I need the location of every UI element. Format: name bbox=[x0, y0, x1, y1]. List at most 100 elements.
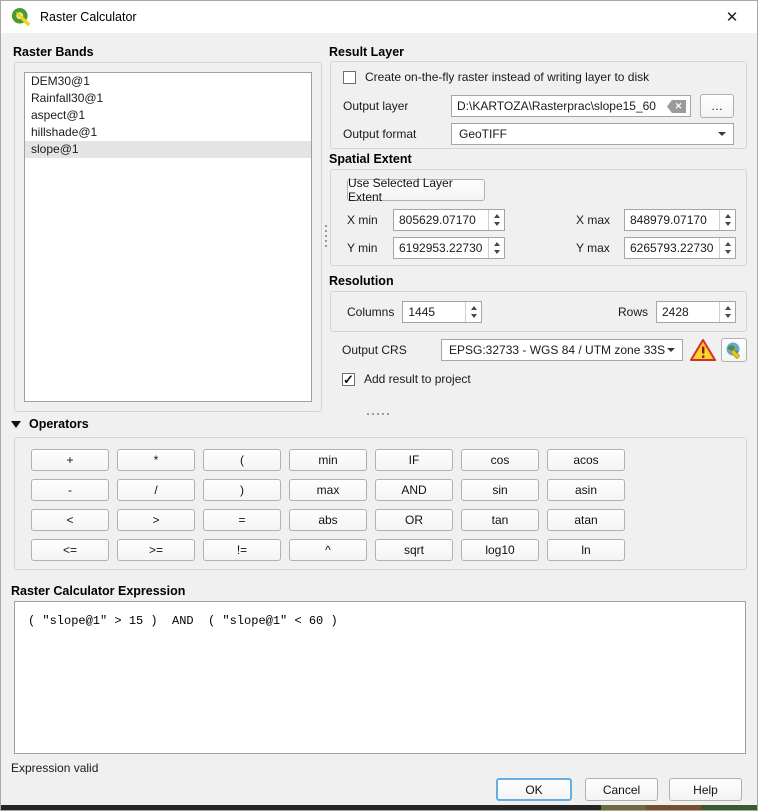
operator-button[interactable]: = bbox=[203, 509, 281, 531]
clear-text-icon[interactable]: ✕ bbox=[667, 100, 686, 113]
operators-heading: Operators bbox=[29, 417, 89, 431]
ymax-label: Y max bbox=[576, 241, 618, 255]
browse-button[interactable]: … bbox=[700, 94, 734, 118]
title-bar: Raster Calculator ✕ bbox=[1, 1, 757, 33]
status-text: Expression valid bbox=[11, 761, 98, 775]
list-item[interactable]: aspect@1 bbox=[25, 107, 311, 124]
output-format-value: GeoTIFF bbox=[459, 127, 507, 141]
operator-button[interactable]: max bbox=[289, 479, 367, 501]
operator-button[interactable]: IF bbox=[375, 449, 453, 471]
operator-button[interactable]: log10 bbox=[461, 539, 539, 561]
operator-button[interactable]: + bbox=[31, 449, 109, 471]
warning-icon bbox=[690, 338, 716, 362]
raster-bands-group: DEM30@1 Rainfall30@1 aspect@1 hillshade@… bbox=[14, 62, 322, 412]
xmax-label: X max bbox=[576, 213, 618, 227]
output-layer-input[interactable]: D:\KARTOZA\Rasterprac\slope15_60 ✕ bbox=[451, 95, 691, 117]
operator-button[interactable]: != bbox=[203, 539, 281, 561]
operator-button[interactable]: atan bbox=[547, 509, 625, 531]
operator-button[interactable]: ( bbox=[203, 449, 281, 471]
resolution-group: Columns 1445 Rows 2428 bbox=[330, 291, 747, 332]
operator-button[interactable]: OR bbox=[375, 509, 453, 531]
operators-grid: + * ( min IF cos acos - / ) max AND sin … bbox=[31, 449, 625, 561]
operator-button[interactable]: ) bbox=[203, 479, 281, 501]
operator-button[interactable]: min bbox=[289, 449, 367, 471]
result-layer-group: Create on-the-fly raster instead of writ… bbox=[330, 61, 747, 149]
spinner-arrows-icon[interactable] bbox=[465, 302, 481, 322]
rows-label: Rows bbox=[618, 305, 648, 319]
operator-button[interactable]: / bbox=[117, 479, 195, 501]
output-layer-value: D:\KARTOZA\Rasterprac\slope15_60 bbox=[457, 99, 656, 113]
vertical-splitter-handle[interactable] bbox=[325, 225, 327, 247]
operator-button[interactable]: >= bbox=[117, 539, 195, 561]
collapse-triangle-icon bbox=[11, 421, 21, 428]
spinner-arrows-icon[interactable] bbox=[488, 238, 504, 258]
qgis-logo-icon bbox=[11, 7, 31, 27]
output-layer-label: Output layer bbox=[343, 99, 451, 113]
expression-textarea[interactable]: ( "slope@1" > 15 ) AND ( "slope@1" < 60 … bbox=[14, 601, 746, 754]
operator-button[interactable]: > bbox=[117, 509, 195, 531]
raster-bands-heading: Raster Bands bbox=[13, 45, 94, 59]
operator-button[interactable]: ^ bbox=[289, 539, 367, 561]
operator-button[interactable]: cos bbox=[461, 449, 539, 471]
operator-button[interactable]: sin bbox=[461, 479, 539, 501]
output-crs-label: Output CRS bbox=[342, 343, 441, 357]
list-item[interactable]: Rainfall30@1 bbox=[25, 90, 311, 107]
operator-button[interactable]: <= bbox=[31, 539, 109, 561]
operator-button[interactable]: - bbox=[31, 479, 109, 501]
expression-heading: Raster Calculator Expression bbox=[11, 584, 185, 598]
output-crs-select[interactable]: EPSG:32733 - WGS 84 / UTM zone 33S bbox=[441, 339, 683, 361]
operator-button[interactable]: < bbox=[31, 509, 109, 531]
spatial-extent-group: Use Selected Layer Extent X min 805629.0… bbox=[330, 169, 747, 266]
resolution-heading: Resolution bbox=[329, 274, 394, 288]
spinner-arrows-icon[interactable] bbox=[719, 238, 735, 258]
output-format-label: Output format bbox=[343, 127, 451, 141]
operator-button[interactable]: sqrt bbox=[375, 539, 453, 561]
output-crs-value: EPSG:32733 - WGS 84 / UTM zone 33S bbox=[449, 343, 665, 357]
result-layer-heading: Result Layer bbox=[329, 45, 404, 59]
operators-group: + * ( min IF cos acos - / ) max AND sin … bbox=[14, 437, 747, 570]
xmin-label: X min bbox=[347, 213, 387, 227]
columns-spinner[interactable]: 1445 bbox=[402, 301, 482, 323]
add-result-checkbox[interactable] bbox=[342, 373, 355, 386]
globe-edit-icon bbox=[725, 341, 743, 359]
raster-bands-list[interactable]: DEM30@1 Rainfall30@1 aspect@1 hillshade@… bbox=[24, 72, 312, 402]
ymin-spinner[interactable]: 6192953.22730 bbox=[393, 237, 505, 259]
xmax-spinner[interactable]: 848979.07170 bbox=[624, 209, 736, 231]
operator-button[interactable]: acos bbox=[547, 449, 625, 471]
desktop-sliver bbox=[1, 805, 757, 810]
raster-calculator-dialog: Raster Calculator ✕ Raster Bands DEM30@1… bbox=[0, 0, 758, 811]
chevron-down-icon bbox=[718, 132, 726, 136]
spatial-extent-heading: Spatial Extent bbox=[329, 152, 412, 166]
select-crs-button[interactable] bbox=[721, 338, 747, 362]
horizontal-splitter-handle[interactable] bbox=[367, 413, 389, 415]
operator-button[interactable]: ln bbox=[547, 539, 625, 561]
cancel-button[interactable]: Cancel bbox=[585, 778, 658, 801]
ok-button[interactable]: OK bbox=[496, 778, 572, 801]
close-icon[interactable]: ✕ bbox=[717, 3, 747, 31]
operators-header[interactable]: Operators bbox=[11, 417, 89, 431]
output-format-select[interactable]: GeoTIFF bbox=[451, 123, 734, 145]
operator-button[interactable]: tan bbox=[461, 509, 539, 531]
spinner-arrows-icon[interactable] bbox=[488, 210, 504, 230]
list-item[interactable]: hillshade@1 bbox=[25, 124, 311, 141]
ymin-label: Y min bbox=[347, 241, 387, 255]
operator-button[interactable]: AND bbox=[375, 479, 453, 501]
window-title: Raster Calculator bbox=[40, 10, 137, 24]
add-result-label: Add result to project bbox=[364, 372, 471, 386]
columns-label: Columns bbox=[347, 305, 394, 319]
create-on-fly-label: Create on-the-fly raster instead of writ… bbox=[365, 70, 649, 84]
ymax-spinner[interactable]: 6265793.22730 bbox=[624, 237, 736, 259]
rows-spinner[interactable]: 2428 bbox=[656, 301, 736, 323]
list-item-selected[interactable]: slope@1 bbox=[25, 141, 311, 158]
help-button[interactable]: Help bbox=[669, 778, 742, 801]
spinner-arrows-icon[interactable] bbox=[719, 210, 735, 230]
operator-button[interactable]: abs bbox=[289, 509, 367, 531]
spinner-arrows-icon[interactable] bbox=[719, 302, 735, 322]
use-selected-layer-extent-button[interactable]: Use Selected Layer Extent bbox=[347, 179, 485, 201]
list-item[interactable]: DEM30@1 bbox=[25, 73, 311, 90]
chevron-down-icon bbox=[667, 348, 675, 352]
xmin-spinner[interactable]: 805629.07170 bbox=[393, 209, 505, 231]
operator-button[interactable]: asin bbox=[547, 479, 625, 501]
create-on-fly-checkbox[interactable] bbox=[343, 71, 356, 84]
operator-button[interactable]: * bbox=[117, 449, 195, 471]
